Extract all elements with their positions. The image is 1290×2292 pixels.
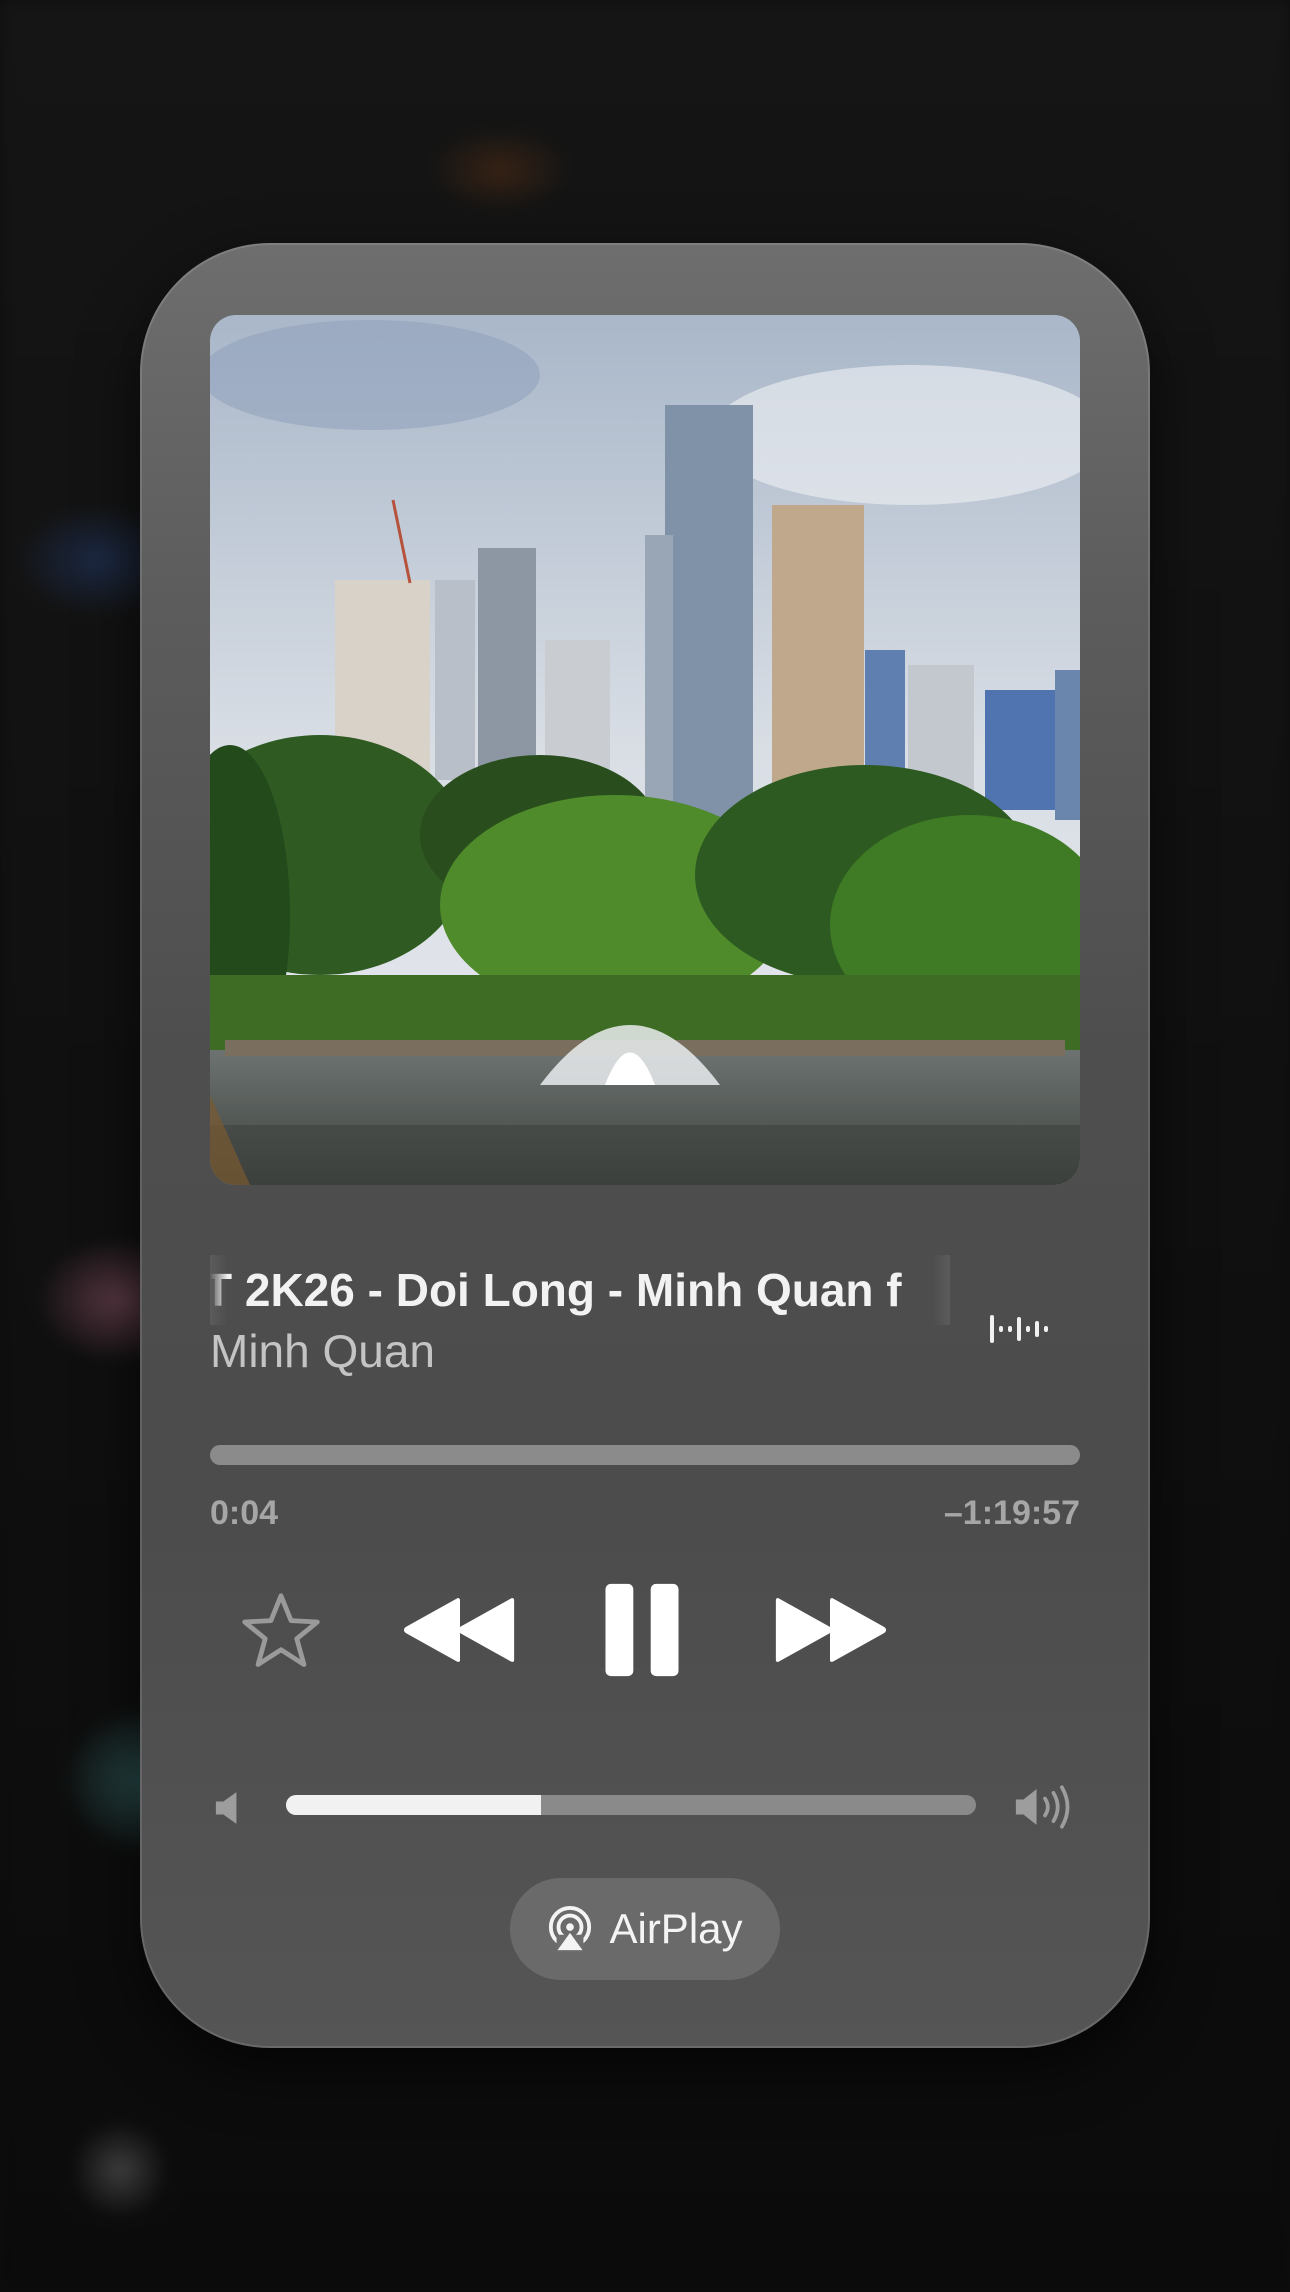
volume-low-button[interactable] [210,1788,246,1828]
volume-level [286,1795,542,1815]
star-outline-icon [242,1593,320,1667]
pause-icon [605,1583,679,1677]
time-elapsed: 0:04 [210,1494,279,1532]
rewind-icon [403,1598,515,1662]
rewind-button[interactable] [400,1590,520,1670]
volume-slider[interactable] [286,1795,976,1815]
fast-forward-icon [775,1598,887,1662]
airplay-button[interactable]: AirPlay [510,1878,780,1980]
song-title: T 2K26 - Doi Long - Minh Quan f [210,1264,902,1316]
time-remaining: –1:19:57 [943,1494,1080,1532]
playback-scrubber[interactable] [210,1445,1080,1465]
song-title-marquee[interactable]: T 2K26 - Doi Long - Minh Quan f [210,1255,950,1325]
pause-button[interactable] [596,1575,688,1685]
speaker-low-icon [215,1792,237,1824]
favorite-button[interactable] [236,1588,326,1678]
airplay-icon [549,1906,592,1952]
airplay-label: AirPlay [609,1905,743,1952]
waveform-icon [988,1311,1054,1347]
artist-name[interactable]: Minh Quan [210,1321,435,1381]
volume-high-button[interactable] [1012,1782,1078,1832]
speaker-high-icon [1015,1785,1070,1829]
fast-forward-button[interactable] [770,1590,890,1670]
now-playing-card: T 2K26 - Doi Long - Minh Quan f Minh Qua… [140,243,1150,2048]
album-artwork [210,315,1080,1185]
